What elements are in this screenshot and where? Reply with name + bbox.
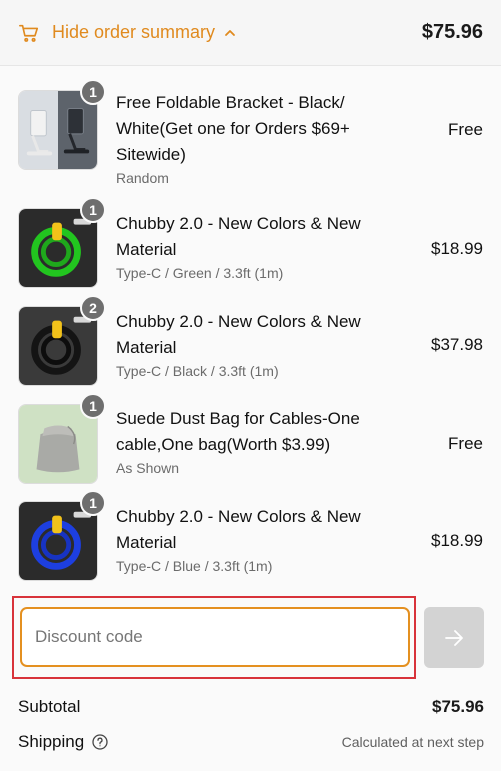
- quantity-badge: 2: [80, 295, 106, 321]
- item-variant: Type-C / Green / 3.3ft (1m): [116, 265, 284, 281]
- apply-discount-button[interactable]: [424, 607, 484, 668]
- discount-code-input[interactable]: [20, 607, 410, 667]
- quantity-badge: 1: [80, 393, 106, 419]
- arrow-right-icon: [445, 629, 463, 646]
- order-total: $75.96: [421, 21, 483, 43]
- item-title: Suede Dust Bag for Cables-One cable,One …: [116, 409, 360, 454]
- list-item: 1 Free Foldable Bracket - Black/ White(G…: [0, 76, 501, 186]
- item-price: Free: [448, 434, 483, 453]
- item-price: $37.98: [431, 335, 483, 354]
- quantity-badge: 1: [80, 79, 106, 105]
- item-info: Chubby 2.0 - New Colors & New Material T…: [116, 504, 386, 574]
- item-variant: Type-C / Black / 3.3ft (1m): [116, 363, 279, 379]
- order-summary-toggle-label: Hide order summary: [52, 22, 216, 42]
- item-title: Chubby 2.0 - New Colors & New Material: [116, 312, 361, 357]
- discount-field-highlight: [12, 596, 416, 679]
- quantity-badge: 1: [80, 197, 106, 223]
- product-thumbnail: 1: [18, 79, 106, 170]
- list-item: 1 Chubby 2.0 - New Colors & New Material…: [0, 487, 501, 581]
- chevron-up-icon: [225, 29, 235, 36]
- item-info: Chubby 2.0 - New Colors & New Material T…: [116, 211, 386, 281]
- product-thumbnail: 1: [18, 393, 106, 484]
- item-variant: Type-C / Blue / 3.3ft (1m): [116, 558, 273, 574]
- subtotal-label: Subtotal: [18, 697, 81, 716]
- quantity-badge: 1: [80, 490, 106, 516]
- item-info: Free Foldable Bracket - Black/ White(Get…: [116, 90, 386, 186]
- product-thumbnail: 2: [18, 295, 106, 386]
- item-variant: Random: [116, 170, 169, 186]
- item-info: Chubby 2.0 - New Colors & New Material T…: [116, 309, 386, 379]
- list-item: 1 Chubby 2.0 - New Colors & New Material…: [0, 194, 501, 288]
- subtotal-row: Subtotal $75.96: [18, 697, 484, 717]
- product-thumbnail: 1: [18, 490, 106, 581]
- list-item: 2 Chubby 2.0 - New Colors & New Material…: [0, 292, 501, 386]
- shipping-value: Calculated at next step: [341, 734, 484, 750]
- item-title: Chubby 2.0 - New Colors & New Material: [116, 214, 361, 259]
- item-price: $18.99: [431, 239, 483, 258]
- subtotal-value: $75.96: [432, 697, 484, 716]
- item-price: $18.99: [431, 531, 483, 550]
- shipping-row: Shipping Calculated at next step: [18, 732, 484, 752]
- order-summary-header: Hide order summary $75.96: [0, 0, 501, 66]
- product-thumbnail: 1: [18, 197, 106, 288]
- list-item: 1 Suede Dust Bag for Cables-One cable,On…: [0, 390, 501, 484]
- item-title: Chubby 2.0 - New Colors & New Material: [116, 507, 361, 552]
- item-info: Suede Dust Bag for Cables-One cable,One …: [116, 406, 386, 476]
- item-title: Free Foldable Bracket - Black/ White(Get…: [116, 93, 350, 164]
- order-summary-toggle[interactable]: Hide order summary: [18, 22, 237, 44]
- question-circle-icon[interactable]: [92, 734, 108, 750]
- shipping-label: Shipping: [18, 732, 85, 751]
- cart-icon: [19, 24, 39, 42]
- item-price: Free: [448, 120, 483, 139]
- item-variant: As Shown: [116, 460, 180, 476]
